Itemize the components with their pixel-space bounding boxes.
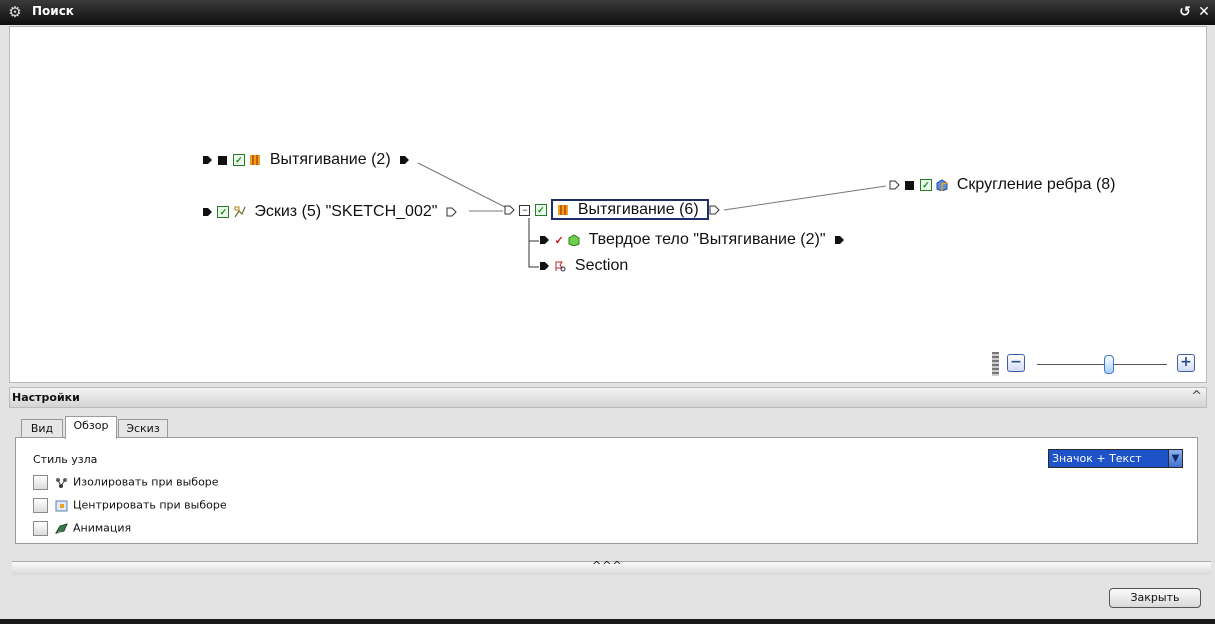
animation-checkbox[interactable] xyxy=(33,521,48,536)
node-style-dropdown[interactable]: Значок + Текст ▼ xyxy=(1048,449,1183,468)
reset-icon[interactable]: ↺ xyxy=(1177,4,1193,21)
chevron-down-icon[interactable]: ▼ xyxy=(1168,449,1183,468)
gear-icon[interactable]: ⚙ xyxy=(6,3,24,21)
input-arrow-icon xyxy=(203,156,212,164)
option-label: Изолировать при выборе xyxy=(73,475,219,489)
title-bar: ⚙ Поиск ↺ ✕ xyxy=(0,0,1215,25)
checkbox-checked-icon: ✓ xyxy=(232,154,245,166)
edge-n1-n3 xyxy=(417,162,508,209)
output-arrow-icon xyxy=(400,156,410,164)
edge-n3-n6 xyxy=(723,185,887,211)
sketch-icon xyxy=(234,206,246,218)
tab-view[interactable]: Вид xyxy=(21,419,63,438)
edge-blend-icon xyxy=(936,179,948,191)
checkbox-checked-icon: ✓ xyxy=(919,179,932,191)
node-label: Вытягивание (2) xyxy=(269,151,391,168)
option-label: Анимация xyxy=(73,521,132,535)
graph-node-edge-blend-8[interactable]: ✓ Скругление ребра (8) xyxy=(889,176,1116,194)
center-icon xyxy=(55,500,67,511)
close-icon[interactable]: ✕ xyxy=(1196,4,1212,21)
graph-node-section[interactable]: Section xyxy=(539,257,628,275)
settings-header[interactable]: Настройки ^ xyxy=(9,387,1207,408)
node-label: Эскиз (5) "SKETCH_002" xyxy=(254,203,438,220)
checkbox-checked-icon: ✓ xyxy=(534,204,547,216)
window-title: Поиск xyxy=(32,4,74,18)
output-arrow-hollow-icon xyxy=(446,207,457,217)
option-center[interactable]: Центрировать при выборе xyxy=(33,498,227,513)
node-label: Скругление ребра (8) xyxy=(956,176,1116,193)
stop-square-icon xyxy=(218,155,228,165)
collapse-node-icon[interactable]: − xyxy=(519,204,531,216)
output-arrow-hollow-icon xyxy=(709,205,720,215)
isolate-checkbox[interactable] xyxy=(33,475,48,490)
window-bottom-border xyxy=(0,619,1215,624)
graph-node-sketch-5[interactable]: ✓ Эскиз (5) "SKETCH_002" xyxy=(202,203,457,221)
input-arrow-hollow-icon xyxy=(504,205,515,215)
input-arrow-icon xyxy=(540,236,549,244)
animation-icon xyxy=(54,522,68,534)
input-arrow-icon xyxy=(540,262,549,270)
red-check-icon: ✓ xyxy=(554,234,564,247)
input-arrow-hollow-icon xyxy=(889,180,900,190)
output-arrow-icon xyxy=(835,236,844,244)
settings-title: Настройки xyxy=(12,391,80,404)
zoom-control: − + xyxy=(992,349,1202,379)
center-checkbox[interactable] xyxy=(33,498,48,513)
selected-node-box: Вытягивание (6) xyxy=(551,199,710,221)
graph-node-extrude-6[interactable]: − ✓ Вытягивание (6) xyxy=(504,199,720,221)
extrude-feature-icon xyxy=(250,155,261,165)
node-label: Section xyxy=(574,257,629,274)
node-label: Твердое тело "Вытягивание (2)" xyxy=(588,231,826,248)
node-label: Вытягивание (6) xyxy=(577,201,699,218)
checkbox-checked-icon: ✓ xyxy=(217,206,230,218)
dependency-graph-canvas[interactable]: ✓ Вытягивание (2) ✓ Эскиз (5) "SKETCH_00… xyxy=(9,26,1207,383)
tab-panel-browse xyxy=(15,437,1198,544)
close-button[interactable]: Закрыть xyxy=(1109,588,1201,608)
footer-bar xyxy=(0,575,1215,624)
graph-node-extrude-2[interactable]: ✓ Вытягивание (2) xyxy=(202,151,410,169)
section-icon xyxy=(555,261,566,272)
extrude-feature-icon xyxy=(558,205,569,215)
edge-n3-n5 xyxy=(528,218,539,268)
node-style-value[interactable]: Значок + Текст xyxy=(1048,449,1170,468)
collapse-up-icon[interactable]: ^ xyxy=(1191,389,1202,404)
option-isolate[interactable]: Изолировать при выборе xyxy=(33,475,219,490)
graph-node-solid-body[interactable]: ✓ Твердое тело "Вытягивание (2)" xyxy=(539,231,845,249)
tab-browse[interactable]: Обзор xyxy=(65,416,117,439)
zoom-slider-track[interactable] xyxy=(1037,364,1167,365)
stop-square-icon xyxy=(905,180,915,190)
input-arrow-icon xyxy=(203,208,212,216)
tab-sketch[interactable]: Эскиз xyxy=(118,419,168,438)
node-style-label: Стиль узла xyxy=(33,453,98,466)
zoom-grip-handle[interactable] xyxy=(992,352,999,376)
option-label: Центрировать при выборе xyxy=(73,498,227,512)
zoom-slider-thumb[interactable] xyxy=(1103,355,1114,374)
isolate-icon xyxy=(55,477,67,488)
expand-chevrons-icon[interactable]: ^^^ xyxy=(592,559,623,572)
solid-body-icon xyxy=(568,234,580,246)
panel-splitter[interactable]: ^^^ xyxy=(12,559,1211,576)
zoom-out-button[interactable]: − xyxy=(1007,354,1025,372)
zoom-in-button[interactable]: + xyxy=(1177,354,1195,372)
option-animation[interactable]: Анимация xyxy=(33,521,131,536)
